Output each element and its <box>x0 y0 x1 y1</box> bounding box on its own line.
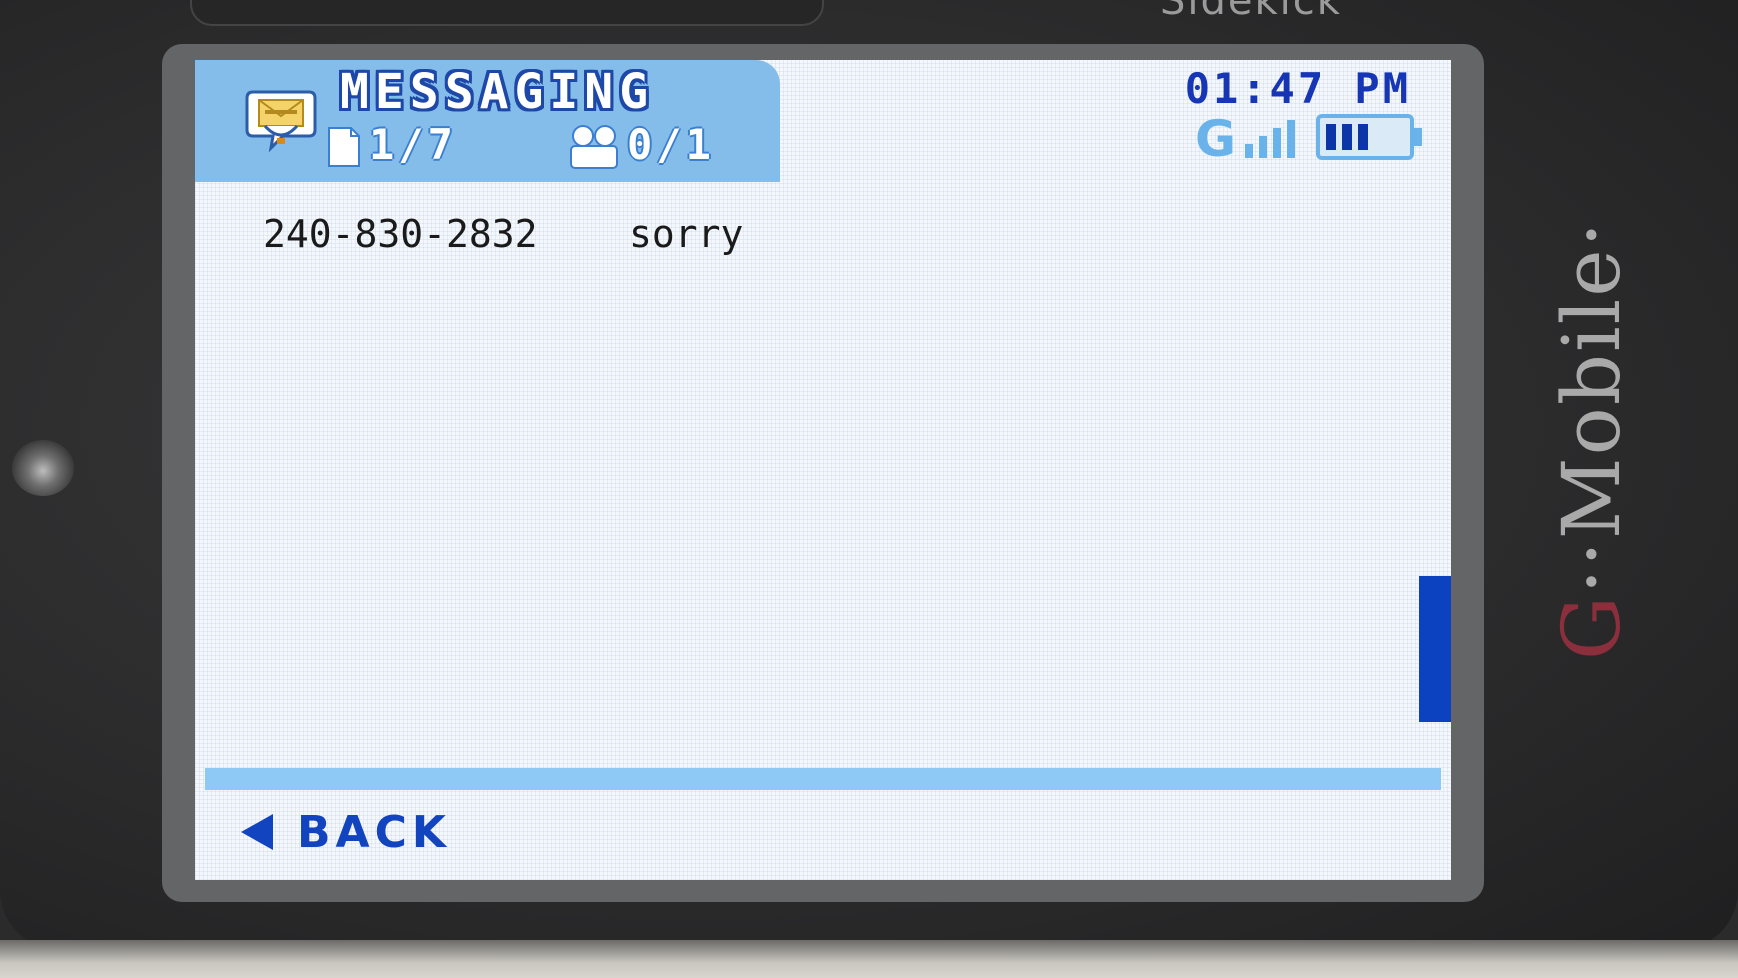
app-header: MESSAGING 1/7 0/1 <box>195 60 780 182</box>
carrier-logo-g: G <box>1545 594 1638 660</box>
phone-screen: MESSAGING 1/7 0/1 01:47 PM G 240-830-283… <box>195 60 1451 880</box>
mms-counter: 0/1 <box>627 120 715 169</box>
message-sender: 240-830-2832 <box>263 212 538 256</box>
top-bezel <box>190 0 824 26</box>
messaging-app-icon <box>245 90 317 153</box>
table-surface <box>0 940 1738 978</box>
side-button[interactable] <box>12 440 74 496</box>
contacts-icon <box>570 125 618 169</box>
message-page-icon <box>328 127 360 167</box>
carrier-logo-text: ··Mobile· <box>1545 220 1638 595</box>
scrollbar-thumb[interactable] <box>1419 576 1451 722</box>
signal-strength-icon: G <box>1195 114 1295 162</box>
battery-icon <box>1316 114 1422 160</box>
phone-body: Sidekick G··Mobile· MESSAGING 1/7 0/1 01… <box>0 0 1738 950</box>
footer-divider <box>205 768 1441 790</box>
message-counter: 1/7 <box>369 120 457 169</box>
network-type-label: G <box>1195 114 1236 162</box>
message-preview: sorry <box>629 212 744 256</box>
back-button[interactable]: BACK <box>239 804 451 860</box>
carrier-logo: G··Mobile· <box>1545 220 1638 660</box>
status-clock: 01:47 PM <box>1184 64 1411 113</box>
back-arrow-icon <box>241 814 273 850</box>
device-brand-label: Sidekick <box>1160 0 1342 24</box>
back-label: BACK <box>297 806 451 858</box>
app-title: MESSAGING <box>340 64 655 120</box>
